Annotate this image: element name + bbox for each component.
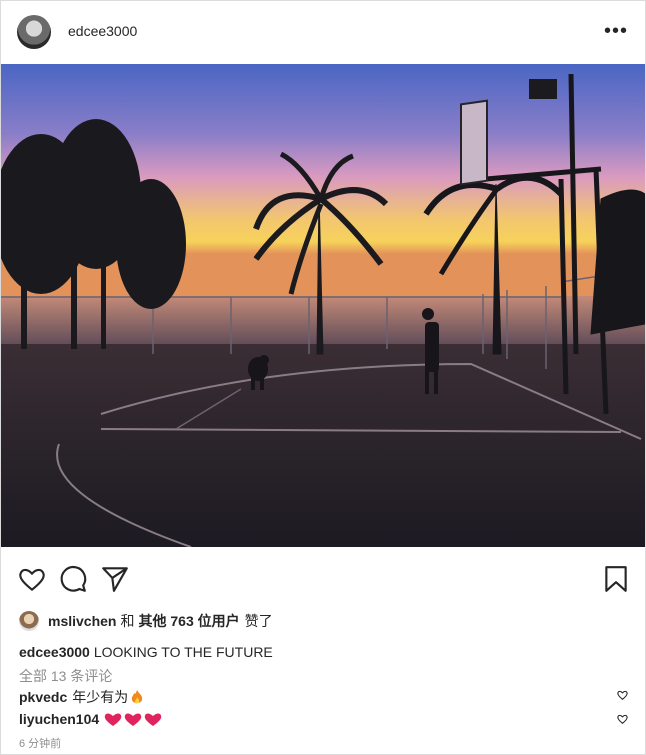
author-avatar[interactable] [17, 15, 51, 49]
more-options-icon[interactable]: ••• [604, 21, 628, 41]
likes-others-link[interactable]: 其他 763 位用户 [138, 611, 239, 631]
comment-username[interactable]: liyuchen104 [19, 711, 99, 727]
post-photo[interactable] [1, 64, 645, 547]
like-comment-icon[interactable] [616, 713, 629, 725]
fire-emoji-icon [132, 690, 143, 704]
heart-outline-icon[interactable] [17, 563, 47, 595]
action-bar [1, 563, 645, 595]
send-icon[interactable] [100, 563, 130, 595]
comment-text: 年少有为 [72, 689, 129, 705]
comment-username[interactable]: pkvedc [19, 689, 67, 705]
bookmark-icon[interactable] [601, 563, 631, 595]
likes-summary: mslivchen 和 其他 763 位用户 赞了 [19, 610, 273, 632]
likes-and-text: 和 [120, 613, 135, 629]
post-timestamp: 6 分钟前 [19, 738, 62, 750]
caption-username[interactable]: edcee3000 [19, 644, 90, 660]
likes-suffix: 赞了 [244, 613, 273, 629]
like-comment-icon[interactable] [616, 689, 629, 701]
caption-text: LOOKING TO THE FUTURE [93, 644, 273, 660]
comment-icon[interactable] [58, 563, 88, 595]
liker-username[interactable]: mslivchen [48, 613, 116, 629]
post-header: edcee3000 ••• [1, 1, 645, 63]
post-card: edcee3000 ••• mslivchen 和 其他 763 位用户 赞了 … [0, 0, 646, 755]
comment-item: pkvedc 年少有为 [19, 687, 631, 707]
view-all-comments-link[interactable]: 全部 13 条评论 [19, 666, 112, 686]
red-hearts-emoji-icon [104, 713, 162, 726]
post-caption: edcee3000 LOOKING TO THE FUTURE [19, 644, 273, 660]
author-username[interactable]: edcee3000 [68, 23, 137, 39]
liker-avatar[interactable] [19, 611, 39, 631]
comment-item: liyuchen104 [19, 711, 631, 727]
